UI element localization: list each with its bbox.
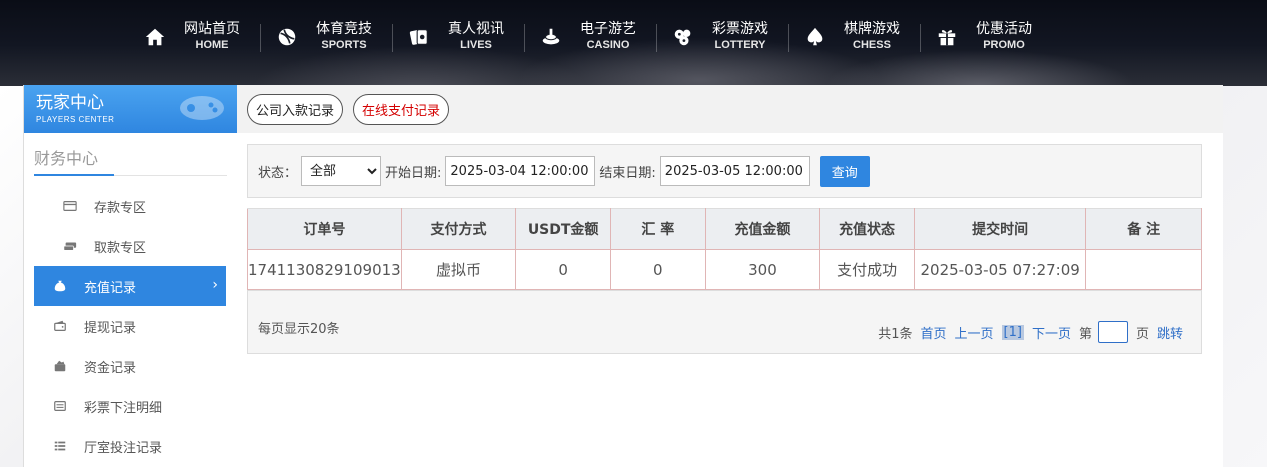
records-table: 订单号 支付方式 USDT金额 汇 率 充值金额 充值状态 提交时间 备 注 1… [247,208,1202,290]
per-page-text: 每页显示20条 [258,322,340,337]
nav-label: 棋牌游戏 [844,21,900,38]
sidebar-item-label: 提现记录 [84,320,137,336]
filter-bar: 状态： 全部 开始日期: 结束日期: 查询 [247,144,1202,198]
main-content: 公司入款记录 在线支付记录 状态： 全部 开始日期: 结束日期: 查询 订单号 … [237,85,1223,467]
nav-promo[interactable]: 优惠活动 PROMO [920,0,1052,74]
spade-icon [802,24,828,50]
bullet-list-icon [52,439,68,453]
nav-label: 彩票游戏 [712,21,768,38]
sidebar-item-withdraw[interactable]: 取款专区 [34,226,226,266]
table-header-row: 订单号 支付方式 USDT金额 汇 率 充值金额 充值状态 提交时间 备 注 [247,208,1202,250]
sidebar-item-withdraw-records[interactable]: 提现记录 [34,306,226,346]
nav-lives[interactable]: 真人视讯 LIVES [392,0,524,74]
submit-time-cell: 2025-03-05 07:27:09 [913,249,1087,290]
players-center-header: 玩家中心 PLAYERS CENTER [24,85,237,133]
sidebar-item-label: 取款专区 [94,240,147,256]
column-header: 汇 率 [610,208,706,250]
sidebar-item-lottery-bets[interactable]: 彩票下注明细 [34,386,226,426]
nav-sublabel: CHESS [853,38,891,51]
cash-icon [62,239,78,253]
sidebar-menu: 存款专区 取款专区 充值记录 › 提现记录 资金记录 彩票下注明细 厅室投注记录 [24,186,237,466]
tab-company-deposit[interactable]: 公司入款记录 [247,93,344,125]
end-date-label: 结束日期: [599,165,656,181]
sidebar-item-deposit[interactable]: 存款专区 [34,186,226,226]
column-header: 订单号 [247,208,402,250]
nav-sublabel: CASINO [586,38,630,51]
page-prefix: 第 [1078,326,1092,342]
nav-sublabel: SPORTS [321,38,367,51]
jump-link[interactable]: 跳转 [1157,323,1183,342]
column-header: 充值状态 [819,208,915,250]
nav-label: 网站首页 [184,21,240,38]
column-header: 备 注 [1085,208,1202,250]
sidebar-item-label: 充值记录 [84,280,137,296]
chevron-right-icon: › [212,277,218,293]
nav-label: 电子游艺 [580,21,636,38]
section-title: 财务中心 [34,145,227,176]
nav-label: 真人视讯 [448,21,504,38]
nav-chess[interactable]: 棋牌游戏 CHESS [788,0,920,74]
nav-lottery[interactable]: 彩票游戏 LOTTERY [656,0,788,74]
nav-sublabel: LIVES [460,38,492,51]
exchange-rate-cell: 0 [610,249,706,290]
sidebar-item-label: 厅室投注记录 [84,440,163,456]
payment-method-cell: 虚拟币 [400,249,517,290]
pagination: 每页显示20条 共1条 首页 上一页 [1] 下一页 第 页 跳转 [247,290,1202,354]
sidebar-item-label: 存款专区 [94,200,147,216]
sidebar-item-fund-records[interactable]: 资金记录 [34,346,226,386]
start-date-label: 开始日期: [385,165,442,181]
usdt-amount-cell: 0 [515,249,612,290]
nav-label: 体育竞技 [316,21,372,38]
column-header: 充值金额 [704,208,821,250]
wallet-icon [52,319,68,333]
current-page[interactable]: [1] [1001,324,1024,340]
table-row: 1741130829109013 虚拟币 0 0 300 支付成功 2025-0… [247,249,1202,290]
pagination-controls: 共1条 首页 上一页 [1] 下一页 第 页 跳转 [870,321,1183,343]
prev-page-link[interactable]: 上一页 [955,323,994,342]
cards-icon [406,24,432,50]
total-count: 共1条 [878,326,913,342]
ball-icon [274,24,300,50]
sidebar-item-recharge-records[interactable]: 充值记录 › [34,266,226,306]
gamepad-icon [180,96,224,120]
sidebar-item-label: 资金记录 [84,360,137,376]
nav-sports[interactable]: 体育竞技 SPORTS [260,0,392,74]
recharge-status-cell: 支付成功 [819,249,915,290]
list-icon [52,399,68,413]
column-header: 支付方式 [400,208,517,250]
slot-icon [538,24,564,50]
nav-sublabel: HOME [195,38,229,51]
nav-casino[interactable]: 电子游艺 CASINO [524,0,656,74]
start-date-input[interactable] [445,156,596,186]
sidebar: 玩家中心 PLAYERS CENTER 财务中心 存款专区 取款专区 充值记录 … [23,85,237,467]
nav-sublabel: PROMO [983,38,1025,51]
money-bag-icon [52,279,68,293]
page-number-input[interactable] [1097,321,1128,343]
page-suffix: 页 [1135,326,1149,342]
order-number-cell: 1741130829109013 [247,249,402,290]
remark-cell [1085,249,1202,290]
lottery-balls-icon [670,24,696,50]
status-label: 状态： [258,165,298,181]
first-page-link[interactable]: 首页 [920,323,946,342]
recharge-amount-cell: 300 [704,249,821,290]
column-header: USDT金额 [515,208,612,250]
coins-icon [52,359,68,373]
sidebar-item-hall-bets[interactable]: 厅室投注记录 [34,426,226,466]
record-tabs: 公司入款记录 在线支付记录 [237,85,1223,133]
nav-sublabel: LOTTERY [714,38,766,51]
card-icon [62,199,78,213]
gift-icon [934,24,960,50]
next-page-link[interactable]: 下一页 [1032,323,1071,342]
sidebar-item-label: 彩票下注明细 [84,400,163,416]
query-button[interactable]: 查询 [819,155,870,187]
nav-label: 优惠活动 [976,21,1032,38]
end-date-input[interactable] [659,156,810,186]
home-icon [142,24,168,50]
main-nav: 网站首页 HOME 体育竞技 SPORTS 真人视讯 LIVES 电子游艺 CASINO… [128,0,1052,74]
column-header: 提交时间 [913,208,1087,250]
tab-online-payment[interactable]: 在线支付记录 [353,93,450,125]
status-select[interactable]: 全部 [301,156,382,186]
nav-home[interactable]: 网站首页 HOME [128,0,260,74]
